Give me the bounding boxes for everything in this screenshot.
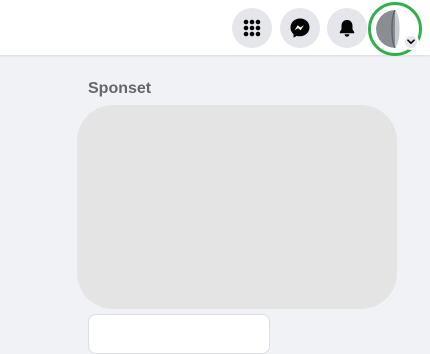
menu-button[interactable] [232,8,272,48]
bell-icon [339,20,355,37]
top-navigation-bar [0,0,430,56]
account-chevron-badge [403,34,419,50]
notifications-button[interactable] [327,8,367,48]
chevron-down-icon [407,39,415,44]
sponsored-ad-placeholder[interactable] [77,105,397,309]
sponsored-heading: Sponset [88,80,152,97]
account-menu-button[interactable] [368,2,422,56]
messenger-button[interactable] [280,8,320,48]
menu-grid-icon [243,19,261,37]
next-card [88,314,270,354]
messenger-icon [290,18,310,38]
